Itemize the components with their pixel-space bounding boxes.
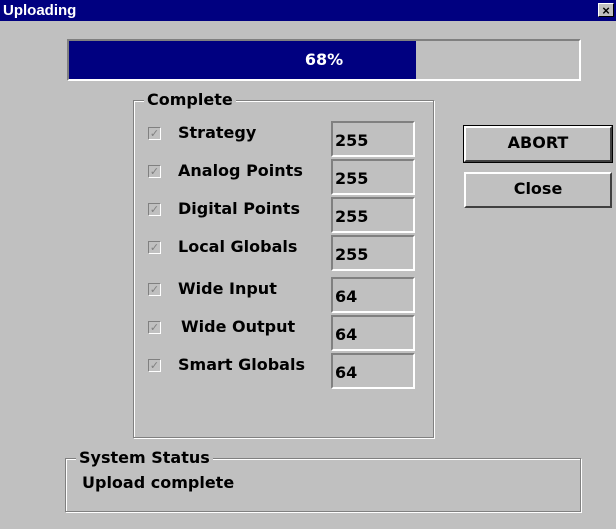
progress-percent: 68% — [304, 50, 344, 69]
strategy-label: Strategy — [178, 123, 257, 142]
digital-points-count-field: 255 — [331, 197, 415, 233]
system-status-groupbox: System Status Upload complete — [65, 448, 581, 512]
system-status-text: Upload complete — [82, 473, 235, 492]
wide-output-count-field: 64 — [331, 315, 415, 351]
complete-legend: Complete — [144, 90, 236, 110]
close-window-button[interactable]: × — [598, 3, 614, 17]
analog-points-count-field: 255 — [331, 159, 415, 195]
strategy-checkbox: ✓ — [148, 127, 161, 140]
strategy-count-field: 255 — [331, 121, 415, 157]
title-bar: Uploading × — [0, 0, 616, 21]
analog-points-checkbox: ✓ — [148, 165, 161, 178]
system-status-legend: System Status — [76, 448, 213, 468]
local-globals-label: Local Globals — [178, 237, 298, 256]
local-globals-count-field: 255 — [331, 235, 415, 271]
analog-points-label: Analog Points — [178, 161, 303, 180]
wide-input-checkbox: ✓ — [148, 283, 161, 296]
wide-output-label: Wide Output — [181, 317, 296, 336]
complete-groupbox: Complete ✓ Strategy 255 ✓ Analog Points … — [133, 90, 434, 438]
digital-points-checkbox: ✓ — [148, 203, 161, 216]
digital-points-label: Digital Points — [178, 199, 300, 218]
window-title: Uploading — [3, 2, 77, 19]
smart-globals-label: Smart Globals — [178, 355, 305, 374]
upload-progress-bar: 68% — [67, 39, 581, 81]
local-globals-checkbox: ✓ — [148, 241, 161, 254]
close-button[interactable]: Close — [464, 172, 612, 208]
wide-input-label: Wide Input — [178, 279, 277, 298]
smart-globals-checkbox: ✓ — [148, 359, 161, 372]
wide-output-checkbox: ✓ — [148, 321, 161, 334]
wide-input-count-field: 64 — [331, 277, 415, 313]
abort-button[interactable]: ABORT — [463, 125, 613, 163]
smart-globals-count-field: 64 — [331, 353, 415, 389]
close-icon: × — [602, 3, 610, 18]
